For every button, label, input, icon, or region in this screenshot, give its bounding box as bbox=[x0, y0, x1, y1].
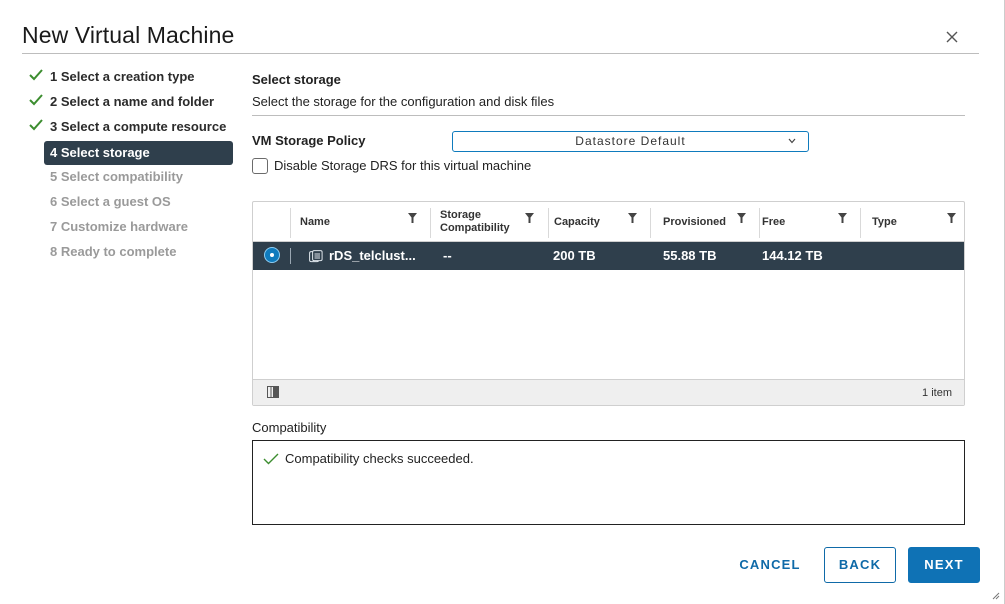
resize-handle-icon[interactable] bbox=[990, 590, 1000, 600]
chevron-down-icon bbox=[788, 138, 796, 144]
step-select-storage[interactable]: 4 Select storage bbox=[44, 141, 233, 165]
step-label: 8 Ready to complete bbox=[50, 244, 177, 259]
table-row[interactable]: rDS_telclust... -- 200 TB 55.88 TB 144.1… bbox=[253, 242, 964, 270]
disable-drs-label: Disable Storage DRS for this virtual mac… bbox=[274, 158, 532, 173]
dialog-title: New Virtual Machine bbox=[22, 22, 235, 48]
section-title: Select storage bbox=[252, 72, 341, 87]
check-icon bbox=[29, 69, 43, 81]
column-separator bbox=[860, 208, 861, 238]
filter-icon[interactable] bbox=[737, 213, 746, 223]
column-label: Name bbox=[300, 216, 330, 228]
wizard-steps: 1 Select a creation type 2 Select a name… bbox=[28, 66, 234, 266]
column-label: Capacity bbox=[554, 216, 600, 228]
success-check-icon bbox=[263, 453, 279, 465]
column-free[interactable]: Free bbox=[759, 202, 860, 242]
column-provisioned[interactable]: Provisioned bbox=[650, 202, 759, 242]
column-type[interactable]: Type bbox=[860, 202, 964, 242]
row-capacity: 200 TB bbox=[553, 248, 596, 263]
storage-policy-label: VM Storage Policy bbox=[252, 133, 366, 148]
filter-icon[interactable] bbox=[628, 213, 637, 223]
step-label: 6 Select a guest OS bbox=[50, 194, 171, 209]
datastore-grid: Name Storage Compatibility Capacity Prov… bbox=[252, 201, 965, 406]
row-provisioned: 55.88 TB bbox=[663, 248, 717, 263]
cancel-button[interactable]: CANCEL bbox=[728, 547, 812, 583]
filter-icon[interactable] bbox=[525, 213, 534, 223]
column-toggle-icon[interactable] bbox=[267, 386, 279, 398]
step-label: 5 Select compatibility bbox=[50, 169, 183, 184]
compatibility-box: Compatibility checks succeeded. bbox=[252, 440, 965, 525]
grid-header: Name Storage Compatibility Capacity Prov… bbox=[253, 202, 964, 242]
row-separator bbox=[290, 248, 291, 264]
row-select-radio[interactable] bbox=[264, 247, 280, 263]
column-label: Free bbox=[762, 216, 786, 228]
filter-icon[interactable] bbox=[947, 213, 956, 223]
step-guest-os: 6 Select a guest OS bbox=[28, 191, 234, 216]
compatibility-label: Compatibility bbox=[252, 420, 327, 435]
step-label: 4 Select storage bbox=[50, 145, 150, 160]
step-ready-to-complete: 8 Ready to complete bbox=[28, 241, 234, 266]
step-label: 3 Select a compute resource bbox=[50, 119, 227, 134]
close-icon[interactable] bbox=[943, 28, 961, 46]
step-compute-resource[interactable]: 3 Select a compute resource bbox=[28, 116, 234, 141]
check-icon bbox=[29, 94, 43, 106]
column-label: Provisioned bbox=[663, 216, 726, 228]
back-button[interactable]: BACK bbox=[824, 547, 896, 583]
column-separator bbox=[650, 208, 651, 238]
step-label: 7 Customize hardware bbox=[50, 219, 188, 234]
column-separator bbox=[430, 208, 431, 238]
check-icon bbox=[29, 119, 43, 131]
compatibility-message: Compatibility checks succeeded. bbox=[285, 451, 474, 466]
column-label: Storage Compatibility bbox=[440, 209, 510, 234]
datastore-cluster-icon bbox=[309, 250, 323, 263]
column-label: Type bbox=[872, 216, 897, 228]
column-separator bbox=[548, 208, 549, 238]
column-separator bbox=[759, 208, 760, 238]
storage-policy-select[interactable]: Datastore Default bbox=[452, 131, 809, 152]
column-separator bbox=[290, 208, 291, 238]
step-customize-hardware: 7 Customize hardware bbox=[28, 216, 234, 241]
filter-icon[interactable] bbox=[408, 213, 417, 223]
column-storage-compatibility[interactable]: Storage Compatibility bbox=[430, 202, 548, 242]
step-label: 2 Select a name and folder bbox=[50, 94, 215, 109]
next-button[interactable]: NEXT bbox=[908, 547, 980, 583]
column-capacity[interactable]: Capacity bbox=[548, 202, 650, 242]
grid-footer: 1 item bbox=[253, 379, 964, 405]
column-name[interactable]: Name bbox=[290, 202, 430, 242]
header-divider bbox=[22, 53, 979, 54]
step-name-folder[interactable]: 2 Select a name and folder bbox=[28, 91, 234, 116]
storage-policy-value: Datastore Default bbox=[575, 134, 686, 148]
item-count: 1 item bbox=[922, 387, 952, 399]
section-divider bbox=[252, 115, 965, 116]
filter-icon[interactable] bbox=[838, 213, 847, 223]
row-compatibility: -- bbox=[443, 248, 452, 263]
step-label: 1 Select a creation type bbox=[50, 69, 195, 84]
section-description: Select the storage for the configuration… bbox=[252, 94, 555, 109]
step-compatibility: 5 Select compatibility bbox=[28, 166, 234, 191]
row-name[interactable]: rDS_telclust... bbox=[329, 248, 416, 263]
new-vm-dialog: New Virtual Machine 1 Select a creation … bbox=[0, 0, 1005, 604]
row-free: 144.12 TB bbox=[762, 248, 823, 263]
disable-drs-checkbox[interactable] bbox=[252, 158, 268, 174]
step-creation-type[interactable]: 1 Select a creation type bbox=[28, 66, 234, 91]
